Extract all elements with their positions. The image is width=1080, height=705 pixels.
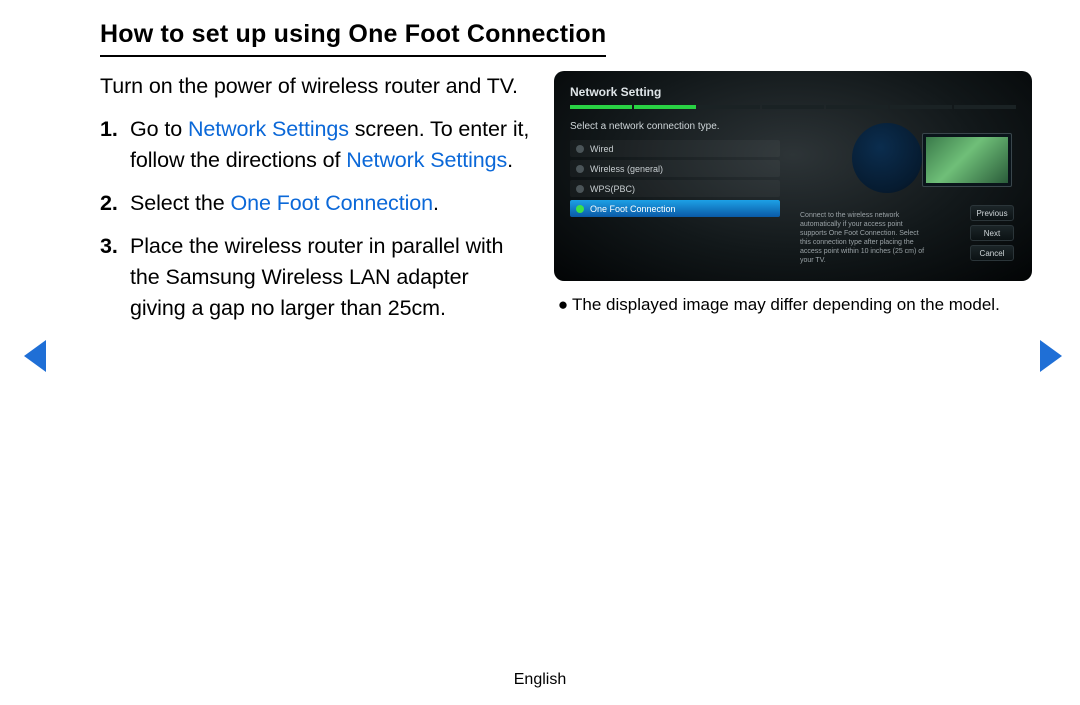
tv-screenshot: Network Setting Select a network connect… xyxy=(554,71,1032,281)
tv-cancel-button[interactable]: Cancel xyxy=(970,245,1014,261)
tv-progress-bar xyxy=(570,105,1016,109)
tv-option-wireless[interactable]: Wireless (general) xyxy=(570,160,780,177)
step-2-text-a: Select the xyxy=(130,191,231,215)
step-3: Place the wireless router in parallel wi… xyxy=(100,231,530,324)
tv-option-label: One Foot Connection xyxy=(590,204,676,214)
tv-next-button[interactable]: Next xyxy=(970,225,1014,241)
step-1-text-a: Go to xyxy=(130,117,188,141)
radio-icon xyxy=(576,165,584,173)
bullet-icon: ● xyxy=(554,293,572,317)
tv-options-list: Wired Wireless (general) WPS(PBC) One Fo… xyxy=(570,140,780,217)
footer-language: English xyxy=(0,671,1080,689)
tv-graphic xyxy=(852,123,1012,193)
prev-page-arrow-icon[interactable] xyxy=(24,340,46,372)
tv-option-wps[interactable]: WPS(PBC) xyxy=(570,180,780,197)
radio-icon xyxy=(576,145,584,153)
image-caption: ● The displayed image may differ dependi… xyxy=(554,293,1034,317)
globe-icon xyxy=(852,123,922,193)
page-heading: How to set up using One Foot Connection xyxy=(100,20,606,57)
tv-option-wired[interactable]: Wired xyxy=(570,140,780,157)
step-1-text-c: . xyxy=(507,148,513,172)
intro-text: Turn on the power of wireless router and… xyxy=(100,71,530,102)
tv-previous-button[interactable]: Previous xyxy=(970,205,1014,221)
tv-description: Connect to the wireless network automati… xyxy=(800,211,930,266)
tv-title: Network Setting xyxy=(570,85,1016,99)
radio-icon xyxy=(576,185,584,193)
monitor-icon xyxy=(922,133,1012,187)
next-page-arrow-icon[interactable] xyxy=(1040,340,1062,372)
step-1: Go to Network Settings screen. To enter … xyxy=(100,114,530,176)
step-1-link-2: Network Settings xyxy=(346,148,507,172)
step-2-text-b: . xyxy=(433,191,439,215)
tv-option-label: WPS(PBC) xyxy=(590,184,635,194)
tv-option-label: Wired xyxy=(590,144,614,154)
caption-text: The displayed image may differ depending… xyxy=(572,293,1000,317)
tv-option-label: Wireless (general) xyxy=(590,164,663,174)
radio-icon xyxy=(576,205,584,213)
step-2: Select the One Foot Connection. xyxy=(100,188,530,219)
step-2-link: One Foot Connection xyxy=(231,191,433,215)
step-1-link-1: Network Settings xyxy=(188,117,349,141)
tv-option-onefoot[interactable]: One Foot Connection xyxy=(570,200,780,217)
